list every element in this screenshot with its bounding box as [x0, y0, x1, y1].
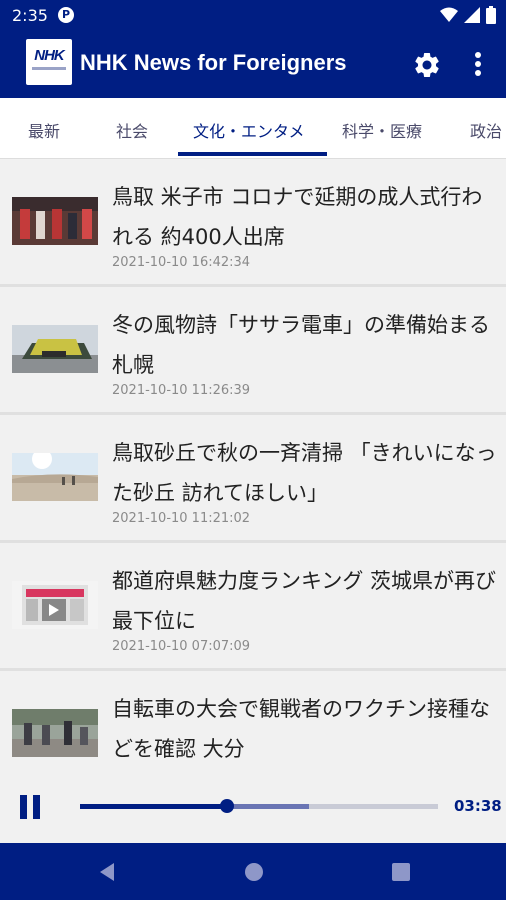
home-icon[interactable]	[243, 861, 265, 883]
article-title: 鳥取 米子市 コロナで延期の成人式行われる 約400人出席	[112, 185, 483, 249]
nhk-logo: NHK	[26, 39, 72, 85]
article-thumbnail	[12, 581, 98, 629]
article-title: 鳥取砂丘で秋の一斉清掃 「きれいになった砂丘 訪れてほしい」	[112, 441, 497, 505]
status-bar: 2:35 P	[0, 0, 506, 30]
article-date: 2021-10-10 11:21:02	[112, 511, 251, 526]
article-thumbnail	[12, 453, 98, 501]
article-title: 冬の風物詩「ササラ電車」の準備始まる 札幌	[112, 313, 490, 377]
back-icon[interactable]	[96, 861, 118, 883]
tab-society[interactable]: 社会	[116, 118, 148, 142]
slider-thumb[interactable]	[219, 799, 234, 813]
article-date: 2021-10-10 11:26:39	[112, 383, 251, 398]
status-icons	[440, 6, 496, 24]
list-item[interactable]: 鳥取 米子市 コロナで延期の成人式行われる 約400人出席 2021-10-10…	[0, 159, 506, 287]
notification-icon: P	[58, 7, 74, 23]
logo-text: NHK	[34, 47, 65, 64]
article-title: 自転車の大会で観戦者のワクチン接種などを確認 大分	[112, 697, 490, 761]
progress-slider[interactable]	[80, 799, 438, 813]
article-thumbnail	[12, 197, 98, 245]
battery-icon	[486, 6, 496, 24]
navigation-bar	[0, 843, 506, 900]
tab-indicator	[178, 152, 327, 156]
list-item[interactable]: 都道府県魅力度ランキング 茨城県が再び最下位に 2021-10-10 07:07…	[0, 543, 506, 671]
list-item[interactable]: 自転車の大会で観戦者のワクチン接種などを確認 大分	[0, 671, 506, 771]
tab-latest[interactable]: 最新	[28, 118, 60, 142]
category-tabs: 最新 社会 文化・エンタメ 科学・医療 政治	[0, 98, 506, 159]
audio-player: 03:38	[0, 771, 506, 843]
article-date: 2021-10-10 07:07:09	[112, 639, 251, 654]
article-thumbnail	[12, 325, 98, 373]
status-time: 2:35	[12, 6, 48, 25]
article-date: 2021-10-10 16:42:34	[112, 255, 251, 270]
list-item[interactable]: 鳥取砂丘で秋の一斉清掃 「きれいになった砂丘 訪れてほしい」 2021-10-1…	[0, 415, 506, 543]
tab-politics[interactable]: 政治	[470, 118, 502, 142]
article-list: 鳥取 米子市 コロナで延期の成人式行われる 約400人出席 2021-10-10…	[0, 159, 506, 771]
wifi-icon	[440, 7, 458, 22]
article-title: 都道府県魅力度ランキング 茨城県が再び最下位に	[112, 569, 497, 633]
app-bar: NHK NHK News for Foreigners	[0, 30, 506, 98]
player-time: 03:38	[454, 797, 502, 815]
tab-science-medical[interactable]: 科学・医療	[342, 118, 422, 142]
more-vert-icon[interactable]	[466, 48, 490, 80]
pause-button[interactable]	[20, 795, 44, 819]
pause-icon	[20, 795, 27, 819]
gear-icon[interactable]	[412, 50, 442, 80]
signal-icon	[464, 7, 480, 23]
app-title: NHK News for Foreigners	[80, 50, 347, 75]
article-thumbnail	[12, 709, 98, 757]
recents-icon[interactable]	[390, 861, 412, 883]
played-bar	[80, 804, 227, 809]
tab-culture-entertainment[interactable]: 文化・エンタメ	[193, 118, 305, 142]
list-item[interactable]: 冬の風物詩「ササラ電車」の準備始まる 札幌 2021-10-10 11:26:3…	[0, 287, 506, 415]
